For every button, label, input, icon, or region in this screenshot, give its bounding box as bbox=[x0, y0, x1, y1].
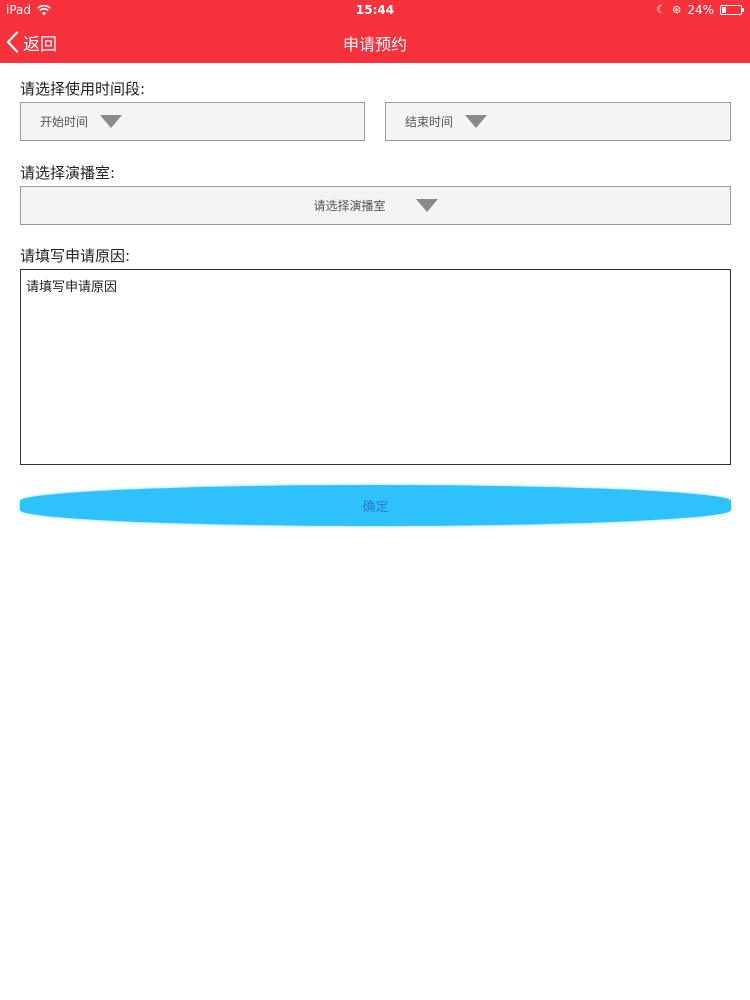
battery-icon bbox=[720, 5, 744, 15]
studio-section-label: 请选择演播室: bbox=[20, 164, 116, 182]
triangle-down-icon bbox=[415, 199, 438, 212]
battery-fill bbox=[722, 7, 726, 13]
status-time: 15:44 bbox=[355, 3, 395, 17]
start-time-picker[interactable]: 开始时间 bbox=[20, 102, 365, 141]
header: iPad 15:44 ☾ ⊛ 24% 返回 申请预约 bbox=[0, 0, 750, 63]
start-time-placeholder: 开始时间 bbox=[40, 115, 89, 129]
studio-placeholder: 请选择演播室 bbox=[313, 199, 386, 213]
submit-label: 确定 bbox=[362, 500, 389, 515]
battery-percent: 24% bbox=[687, 3, 714, 17]
moon-icon: ☾ bbox=[656, 3, 667, 16]
page-title: 申请预约 bbox=[342, 35, 407, 54]
submit-button[interactable]: 确定 bbox=[20, 485, 731, 526]
nav-bar: 返回 申请预约 bbox=[0, 20, 750, 63]
triangle-down-icon bbox=[100, 115, 123, 128]
status-right: ☾ ⊛ 24% bbox=[656, 3, 744, 17]
reason-textarea[interactable] bbox=[20, 269, 731, 465]
rotation-lock-icon: ⊛ bbox=[672, 3, 682, 16]
reason-section-label: 请填写申请原因: bbox=[20, 247, 131, 265]
end-time-picker[interactable]: 结束时间 bbox=[385, 102, 731, 141]
end-time-placeholder: 结束时间 bbox=[405, 115, 454, 129]
status-bar: iPad 15:44 ☾ ⊛ 24% bbox=[0, 0, 750, 20]
triangle-down-icon bbox=[465, 115, 488, 128]
time-section-label: 请选择使用时间段: bbox=[20, 80, 146, 98]
studio-picker[interactable]: 请选择演播室 bbox=[20, 186, 731, 225]
